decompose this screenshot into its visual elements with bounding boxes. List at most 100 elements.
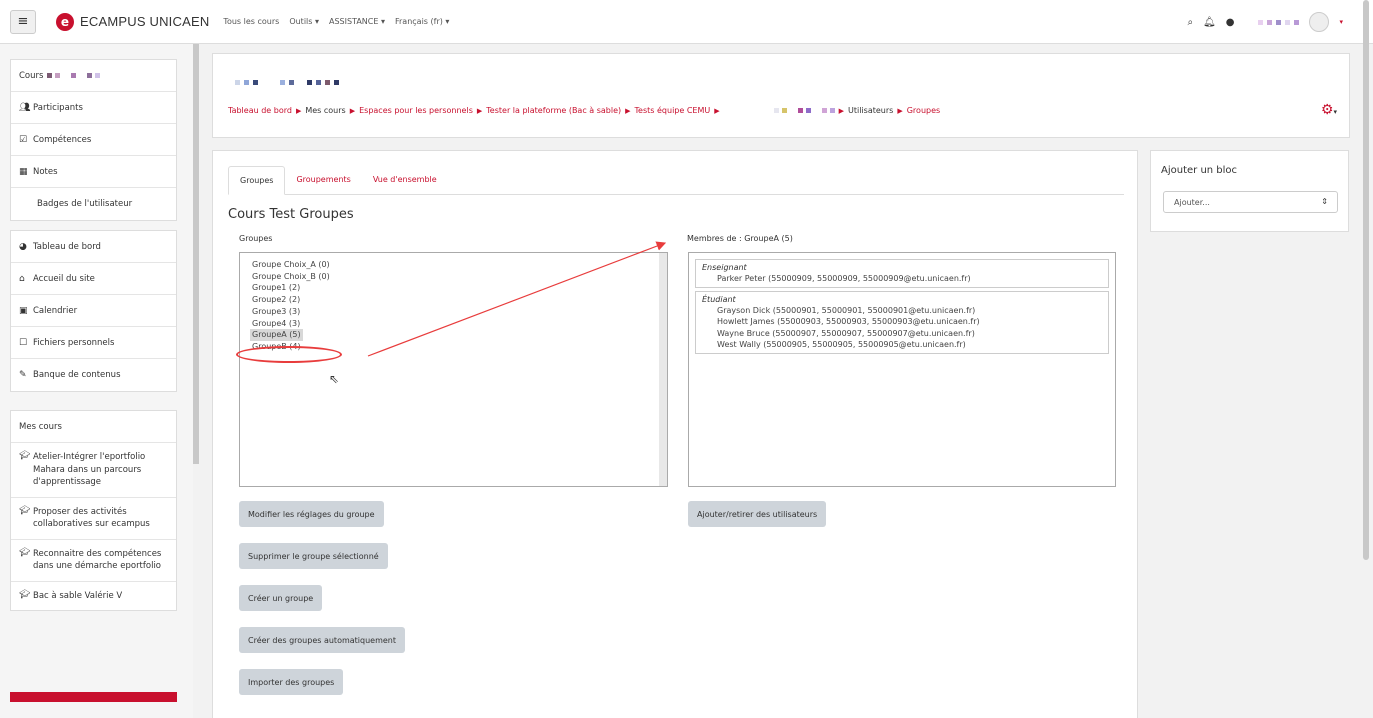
groups-label: Groupes xyxy=(239,234,273,243)
tab-overview[interactable]: Vue d'ensemble xyxy=(362,166,448,194)
avatar[interactable] xyxy=(1309,12,1330,32)
file-icon: ☐ xyxy=(19,337,28,348)
sidebar-course-mahara[interactable]: 🎓︎ Atelier-Intégrer l'eportfolio Mahara … xyxy=(11,443,176,498)
sidebar-item-course[interactable]: Cours xyxy=(11,60,176,92)
menu-all-courses[interactable]: Tous les cours xyxy=(223,17,279,26)
sidebar-item-content-bank[interactable]: ✎ Banque de contenus xyxy=(11,359,176,391)
listbox-scrollbar[interactable] xyxy=(659,253,667,486)
redacted-page-title xyxy=(235,80,339,85)
search-icon[interactable]: ⌕ xyxy=(1187,17,1193,28)
settings-cog-button[interactable]: ⚙▾ xyxy=(1321,102,1337,118)
top-navbar: ≡ e ECAMPUS UNICAEN Tous les cours Outil… xyxy=(0,0,1373,44)
graduation-cap-icon: 🎓︎ xyxy=(19,589,31,600)
member-option[interactable]: West Wally (55000905, 55000905, 55000905… xyxy=(702,339,1104,351)
group-option-selected[interactable]: GroupeA (5) xyxy=(250,329,303,341)
tab-groups[interactable]: Groupes xyxy=(228,166,286,195)
main-region: Groupes Groupements Vue d'ensemble Cours… xyxy=(212,150,1138,718)
import-groups-button[interactable]: Importer des groupes xyxy=(239,669,344,695)
member-option[interactable]: Grayson Dick (55000901, 55000901, 550009… xyxy=(702,305,1104,317)
menu-tools[interactable]: Outils ▾ xyxy=(289,17,319,26)
sidebar-item-home[interactable]: ⌂ Accueil du site xyxy=(11,263,176,295)
home-icon: ⌂ xyxy=(19,273,25,284)
page-header: Tableau de bord ▶ Mes cours ▶ Espaces pour… xyxy=(212,53,1350,138)
groups-listbox[interactable]: Groupe Choix_A (0) Groupe Choix_B (0) Gr… xyxy=(239,252,668,487)
calendar-icon: ▣ xyxy=(19,305,28,316)
group-option[interactable]: Groupe Choix_B (0) xyxy=(252,271,667,283)
breadcrumb-staff-spaces[interactable]: Espaces pour les personnels xyxy=(359,106,473,115)
sidebar-item-calendar[interactable]: ▣ Calendrier xyxy=(11,295,176,327)
sidebar-course-collaboratives[interactable]: 🎓︎ Proposer des activités collaboratives… xyxy=(11,498,176,540)
menu-assistance[interactable]: ASSISTANCE ▾ xyxy=(329,17,385,26)
breadcrumb-users[interactable]: Utilisateurs xyxy=(848,106,893,115)
menu-language[interactable]: Français (fr) ▾ xyxy=(395,17,449,26)
add-block-select[interactable]: Ajouter... ⇕ xyxy=(1163,191,1338,213)
auto-create-groups-button[interactable]: Créer des groupes automatiquement xyxy=(239,627,406,653)
edit-group-button[interactable]: Modifier les réglages du groupe xyxy=(239,501,384,527)
sidebar-item-label: Accueil du site xyxy=(33,273,95,284)
member-option[interactable]: Howlett James (55000903, 55000903, 55000… xyxy=(702,316,1104,328)
add-remove-users-button[interactable]: Ajouter/retirer des utilisateurs xyxy=(688,501,827,527)
tab-groupings[interactable]: Groupements xyxy=(285,166,361,194)
breadcrumb-separator-icon: ▶ xyxy=(838,106,845,115)
role-label: Étudiant xyxy=(702,294,736,304)
sidebar-item-competences[interactable]: ☑ Compétences xyxy=(11,124,176,156)
select-value: Ajouter... xyxy=(1174,198,1210,207)
member-option[interactable]: Parker Peter (55000909, 55000909, 550009… xyxy=(702,273,1104,285)
course-nav-group: Cours 👥︎ Participants ☑ Compétences ▦ No… xyxy=(10,59,177,221)
group-option[interactable]: Groupe Choix_A (0) xyxy=(252,259,667,271)
sidebar-item-label: Notes xyxy=(33,166,58,177)
redacted-breadcrumb-course[interactable] xyxy=(773,108,835,113)
sidebar-item-files[interactable]: ☐ Fichiers personnels xyxy=(11,327,176,359)
page-scrollbar[interactable] xyxy=(1363,0,1369,560)
group-option[interactable]: Groupe4 (3) xyxy=(252,318,667,330)
breadcrumb-my-courses[interactable]: Mes cours xyxy=(305,106,345,115)
select-caret-icon: ⇕ xyxy=(1321,197,1328,206)
sidebar-active-item[interactable] xyxy=(10,692,177,702)
site-logo[interactable]: e ECAMPUS UNICAEN xyxy=(56,12,209,31)
sidebar-item-label: Atelier-Intégrer l'eportfolio Mahara dan… xyxy=(33,452,146,487)
checkbox-icon: ☑ xyxy=(19,134,28,145)
breadcrumb-dashboard[interactable]: Tableau de bord xyxy=(228,106,292,115)
chat-icon[interactable]: ● xyxy=(1226,17,1235,28)
mouse-cursor-icon: ⇖ xyxy=(329,372,340,386)
page-title: Cours Test Groupes xyxy=(228,207,354,222)
breadcrumb-cemu-tests[interactable]: Tests équipe CEMU xyxy=(635,106,711,115)
user-nav: ⌕ 🔔︎ ● ▾ xyxy=(1187,12,1343,32)
hamburger-icon: ≡ xyxy=(17,14,29,29)
redacted-course-name xyxy=(47,73,101,78)
breadcrumb-sandbox[interactable]: Tester la plateforme (Bac à sable) xyxy=(486,106,621,115)
sidebar-item-label: Bac à sable Valérie V xyxy=(33,590,123,601)
graduation-cap-icon: 🎓︎ xyxy=(19,547,31,558)
chevron-down-icon[interactable]: ▾ xyxy=(1339,18,1343,26)
members-listbox[interactable]: Enseignant Parker Peter (55000909, 55000… xyxy=(688,252,1116,487)
menu-toggle-button[interactable]: ≡ xyxy=(10,9,36,34)
group-option[interactable]: Groupe1 (2) xyxy=(252,282,667,294)
member-option[interactable]: Wayne Bruce (55000907, 55000907, 5500090… xyxy=(702,328,1104,340)
sidebar-item-label: Cours xyxy=(19,70,44,81)
gear-icon: ⚙ xyxy=(1320,102,1334,118)
sidebar-item-label: Reconnaitre des compétences dans une dém… xyxy=(33,548,162,572)
highlight-ellipse xyxy=(236,346,342,363)
drawer-scrollbar[interactable] xyxy=(193,44,199,464)
sidebar-course-competences[interactable]: 🎓︎ Reconnaitre des compétences dans une … xyxy=(11,540,176,582)
my-courses-group: Mes cours 🎓︎ Atelier-Intégrer l'eportfol… xyxy=(10,410,177,611)
sidebar-item-participants[interactable]: 👥︎ Participants xyxy=(11,92,176,124)
sidebar-item-label: Badges de l'utilisateur xyxy=(37,199,133,209)
sidebar-item-dashboard[interactable]: ◕ Tableau de bord xyxy=(11,231,176,263)
sidebar-item-my-courses[interactable]: Mes cours xyxy=(11,411,176,443)
sidebar-course-bac-a-sable[interactable]: 🎓︎ Bac à sable Valérie V xyxy=(11,582,176,611)
brush-icon: ✎ xyxy=(19,370,27,380)
block-title: Ajouter un bloc xyxy=(1161,165,1238,176)
bell-icon[interactable]: 🔔︎ xyxy=(1203,17,1216,28)
chevron-down-icon: ▾ xyxy=(1333,108,1337,116)
delete-group-button[interactable]: Supprimer le groupe sélectionné xyxy=(239,543,388,569)
group-option[interactable]: Groupe2 (2) xyxy=(252,294,667,306)
breadcrumb-groups[interactable]: Groupes xyxy=(907,106,940,115)
sidebar-item-notes[interactable]: ▦ Notes xyxy=(11,156,176,188)
sidebar-item-label: Proposer des activités collaboratives su… xyxy=(33,506,150,530)
sidebar-item-badges[interactable]: Badges de l'utilisateur xyxy=(11,188,176,220)
add-block-panel: Ajouter un bloc Ajouter... ⇕ xyxy=(1150,150,1349,232)
create-group-button[interactable]: Créer un groupe xyxy=(239,585,323,611)
group-option[interactable]: Groupe3 (3) xyxy=(252,306,667,318)
tab-bar: Groupes Groupements Vue d'ensemble xyxy=(228,166,1124,195)
